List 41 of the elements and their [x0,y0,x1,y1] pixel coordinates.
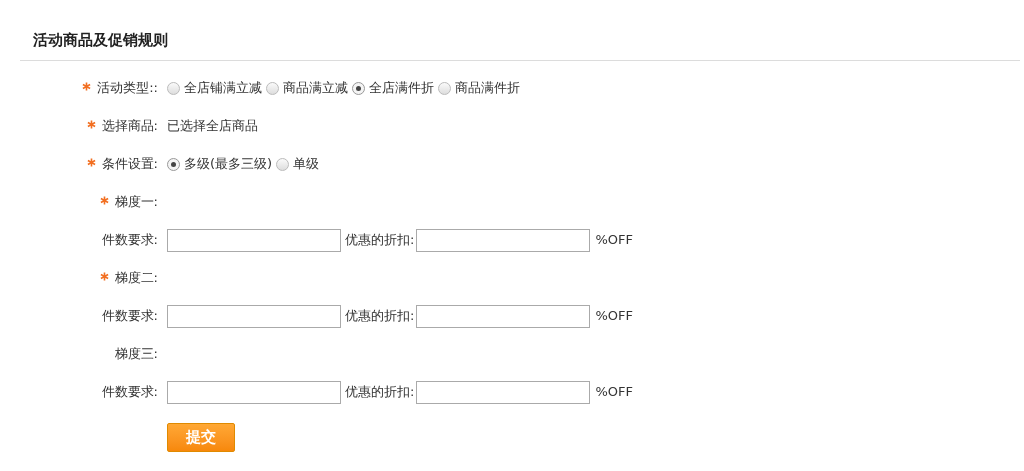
radio-label: 单级 [293,155,320,174]
radio-button[interactable] [167,81,180,95]
unit-label: %OFF [595,231,633,250]
field-label: 条件设置: [101,155,158,174]
radio-label: 全店满件折 [369,79,434,98]
required-asterisk-icon [82,82,92,91]
radio-button[interactable] [438,81,451,95]
required-asterisk-icon [99,196,109,205]
field-label: 梯度二: [114,269,158,288]
submit-button[interactable]: 提交 [167,423,235,452]
field-label: 件数要求: [101,383,158,402]
field-label: 优惠的折扣: [345,307,415,326]
unit-label: %OFF [595,383,633,402]
unit-label: %OFF [595,307,633,326]
field-label: 优惠的折扣: [345,231,415,250]
field-label: 梯度一: [114,193,158,212]
discount-input-field[interactable] [416,228,591,252]
field-label: 选择商品: [101,117,158,136]
field-label: 优惠的折扣: [345,383,415,402]
quantity-input-field[interactable] [167,380,341,404]
radio-button[interactable] [276,157,290,171]
radio-label: 全店铺满立减 [184,79,262,98]
radio-button[interactable] [266,81,279,95]
field-value: 已选择全店商品 [167,117,258,136]
required-asterisk-icon [99,272,109,281]
section-title: 活动商品及促销规则 [33,31,168,49]
quantity-input-field[interactable] [167,304,341,328]
radio-label: 多级(最多三级) [184,155,273,174]
radio-button[interactable] [352,81,365,95]
radio-label: 商品满件折 [455,79,520,98]
required-asterisk-icon [86,158,96,167]
field-label: 件数要求: [101,307,158,326]
discount-input-field[interactable] [416,304,591,328]
field-label: 梯度三: [114,345,158,364]
quantity-input-field[interactable] [167,228,341,252]
field-label: 件数要求: [101,231,158,250]
required-asterisk-icon [86,120,96,129]
radio-label: 商品满立减 [283,79,348,98]
discount-input-field[interactable] [416,380,591,404]
radio-button[interactable] [167,157,180,171]
field-label: 活动类型:: [97,79,158,98]
